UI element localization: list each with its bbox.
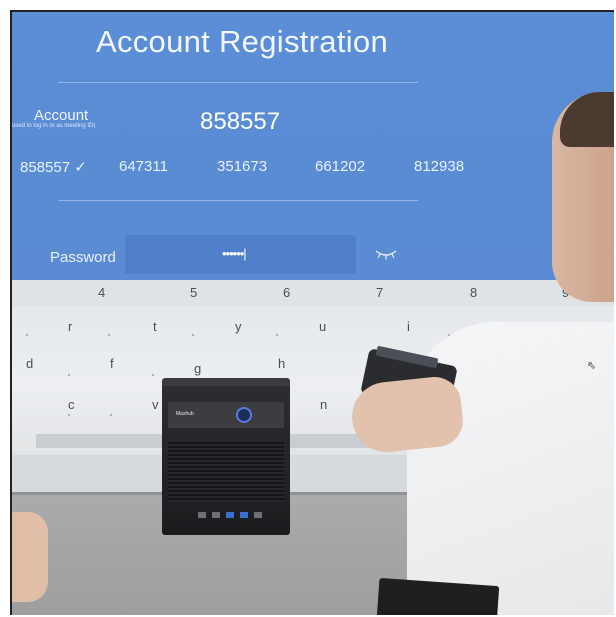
account-value: 858557 [200, 108, 281, 135]
key-h[interactable]: h [278, 356, 285, 371]
account-candidate-2[interactable]: 647311 [119, 158, 168, 175]
device-ports [198, 512, 268, 520]
key-u[interactable]: u [319, 319, 326, 334]
key-c[interactable]: c [68, 397, 75, 412]
key-t[interactable]: t [153, 319, 157, 334]
password-label: Password [50, 249, 116, 266]
account-candidate-4[interactable]: 661202 [315, 158, 365, 175]
divider [58, 200, 418, 201]
other-person-hand [12, 512, 48, 602]
key-separator [68, 414, 70, 416]
eye-closed-icon[interactable] [375, 248, 397, 260]
power-button-icon [236, 407, 252, 423]
key-r[interactable]: r [68, 319, 72, 334]
key-i[interactable]: i [407, 319, 410, 334]
key-v[interactable]: v [152, 397, 159, 412]
port [212, 512, 220, 518]
key-8[interactable]: 8 [470, 285, 477, 300]
pointer-icon: ⇖ [587, 360, 597, 372]
port [240, 512, 248, 518]
port [198, 512, 206, 518]
key-separator [68, 374, 70, 376]
key-separator [192, 334, 194, 336]
port [226, 512, 234, 518]
key-separator [108, 334, 110, 336]
key-y[interactable]: y [235, 319, 242, 334]
key-4[interactable]: 4 [98, 285, 105, 300]
key-6[interactable]: 6 [283, 285, 290, 300]
account-candidate-1[interactable]: 858557 ✓ [20, 158, 87, 176]
account-candidate-5[interactable]: 812938 [414, 158, 464, 175]
registration-screen: Account Registration Account (used to lo… [12, 12, 614, 280]
account-hint: (used to log in or as meeting ID) [10, 123, 96, 129]
account-candidate-3[interactable]: 351673 [217, 158, 267, 175]
port [254, 512, 262, 518]
key-7[interactable]: 7 [376, 285, 383, 300]
key-separator [152, 374, 154, 376]
key-separator [276, 334, 278, 336]
device-logo: Maxhub [176, 411, 194, 417]
divider [58, 82, 418, 83]
key-5[interactable]: 5 [190, 285, 197, 300]
key-separator [26, 334, 28, 336]
photo-frame: Account Registration Account (used to lo… [10, 10, 614, 615]
account-label: Account [34, 107, 89, 124]
key-separator [110, 414, 112, 416]
device-top [162, 378, 290, 386]
device-vents [168, 442, 284, 502]
page-title: Account Registration [95, 24, 389, 59]
key-f[interactable]: f [110, 356, 114, 371]
key-g[interactable]: g [194, 361, 201, 376]
key-d[interactable]: d [26, 356, 33, 371]
key-n[interactable]: n [320, 397, 327, 412]
password-value: ••••••| [222, 246, 247, 261]
